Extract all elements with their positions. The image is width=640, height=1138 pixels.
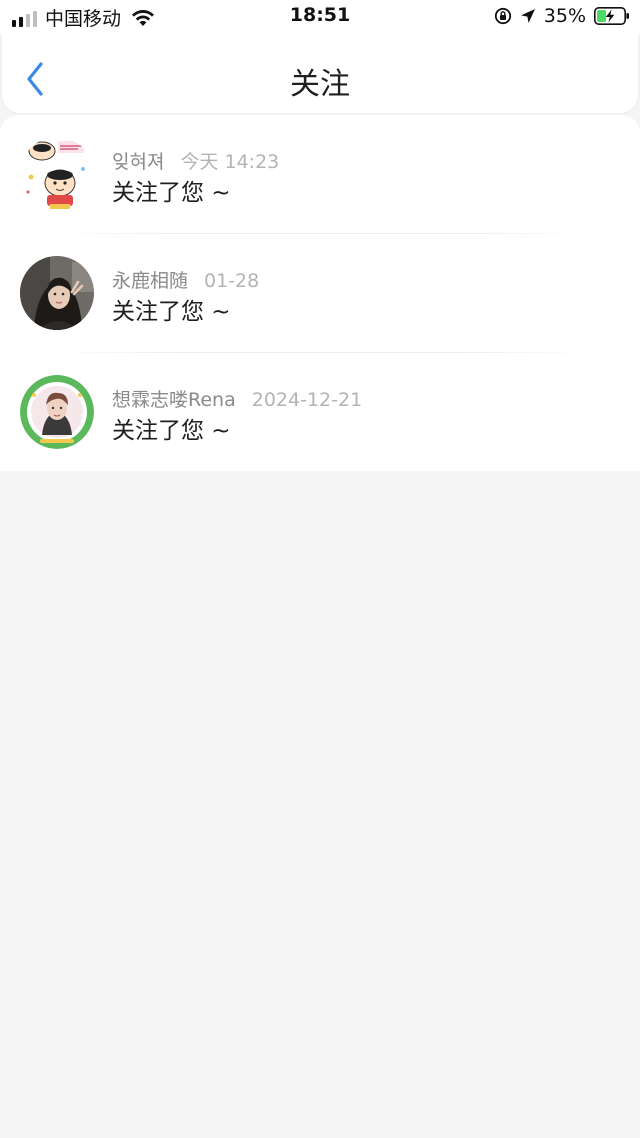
follow-message: 关注了您 ~ [112, 418, 231, 444]
follow-item[interactable]: 잊혀져 今天 14:23 关注了您 ~ [0, 115, 640, 234]
follower-name[interactable]: 想霖志喽Rena [112, 389, 236, 411]
status-bar: 中国移动 18:51 35% [0, 0, 640, 34]
nav-header: 关注 [2, 34, 638, 113]
orientation-lock-icon [494, 7, 511, 25]
follow-list: 잊혀져 今天 14:23 关注了您 ~ 永鹿相随 01-28 关注了您 ~ 想霖… [0, 115, 640, 471]
battery-percent: 35% [543, 5, 586, 27]
follow-message: 关注了您 ~ [112, 299, 231, 325]
follow-meta: 想霖志喽Rena 2024-12-21 [112, 385, 362, 412]
follow-time: 2024-12-21 [251, 389, 363, 411]
portrait-avatar-icon [20, 256, 94, 330]
follow-time: 今天 14:23 [180, 151, 280, 173]
page-title: 关注 [290, 67, 350, 102]
avatar[interactable] [20, 256, 94, 330]
follower-name[interactable]: 잊혀져 [112, 151, 164, 173]
follow-message: 关注了您 ~ [112, 180, 231, 206]
badge-avatar-icon [20, 375, 94, 449]
follow-item[interactable]: 想霖志喽Rena 2024-12-21 关注了您 ~ [0, 353, 640, 472]
follow-time: 01-28 [204, 270, 260, 292]
follower-name[interactable]: 永鹿相随 [112, 270, 188, 292]
follow-meta: 잊혀져 今天 14:23 [112, 147, 279, 174]
cartoon-avatar-icon [20, 137, 94, 211]
follow-item[interactable]: 永鹿相随 01-28 关注了您 ~ [0, 234, 640, 353]
location-arrow-icon [520, 9, 535, 23]
battery-charging-icon [594, 7, 629, 25]
avatar[interactable] [20, 375, 94, 449]
status-right: 35% [494, 5, 630, 27]
follow-meta: 永鹿相随 01-28 [112, 266, 259, 293]
avatar[interactable] [20, 137, 94, 211]
